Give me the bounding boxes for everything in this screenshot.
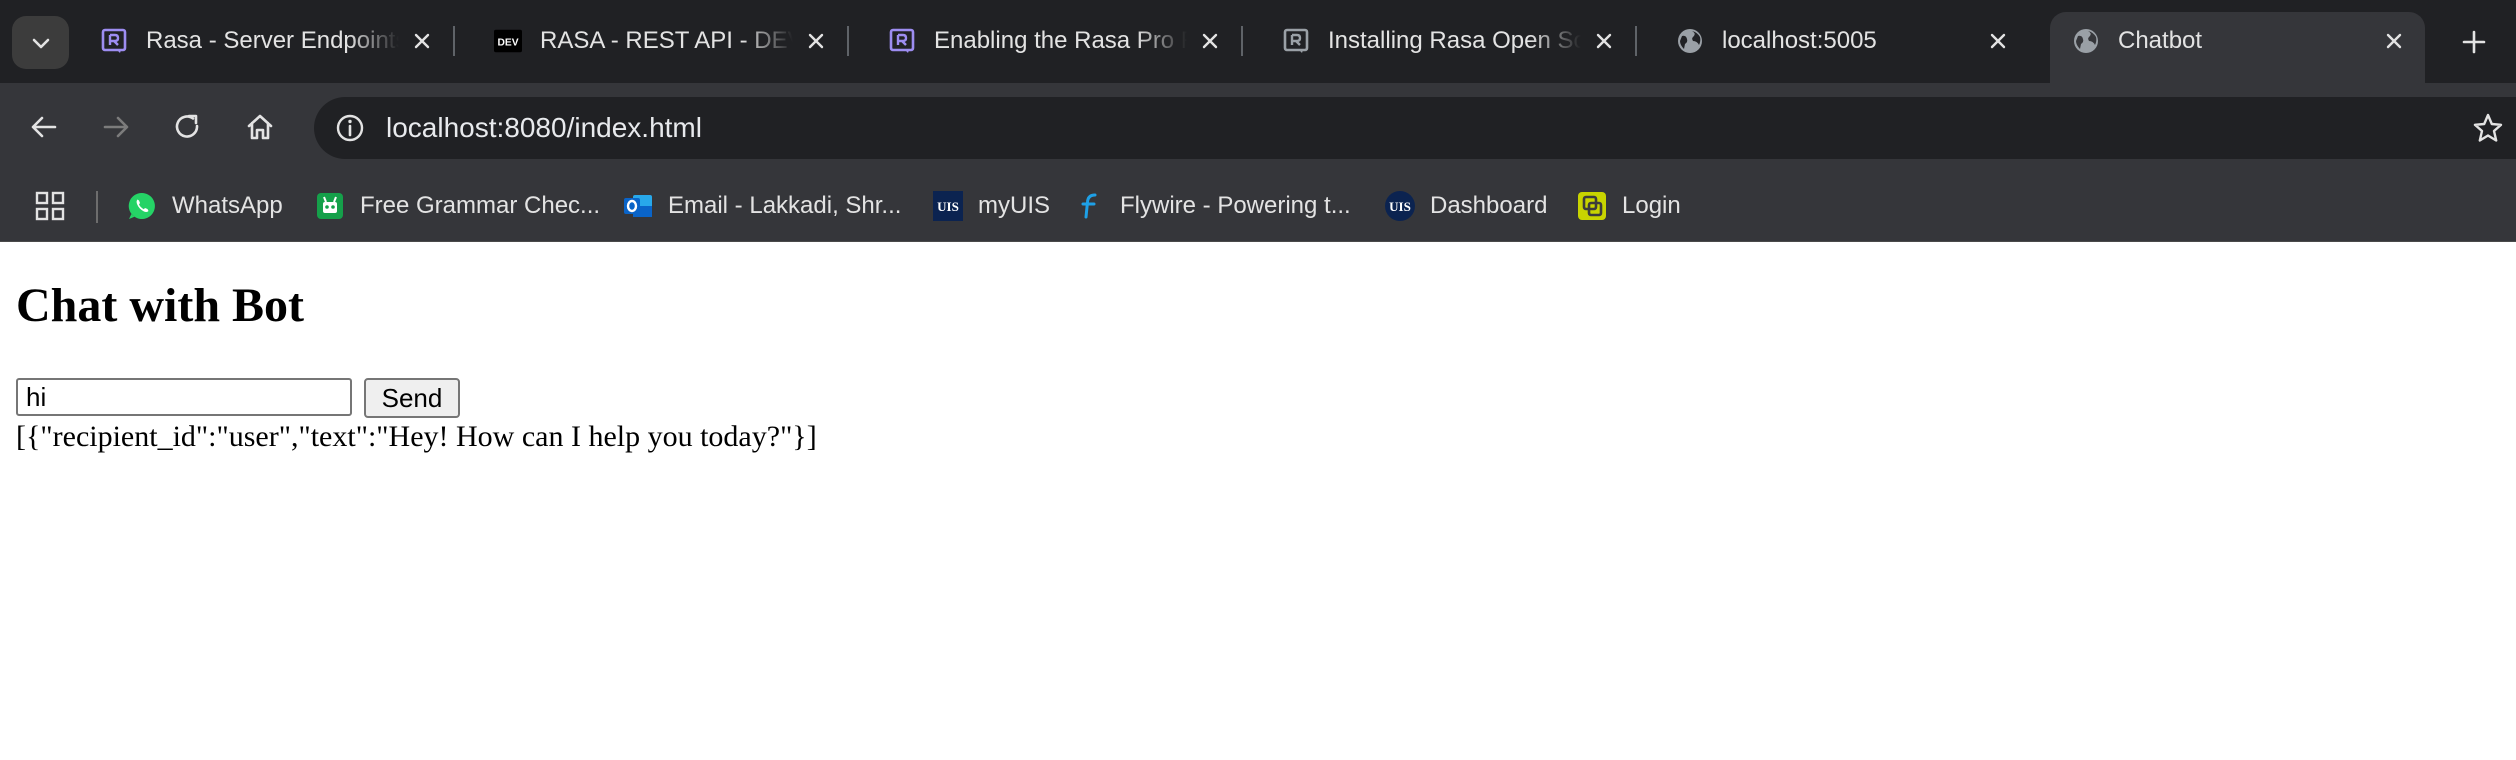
tab-separator [847, 26, 849, 56]
tab-rasa-rest-api-dev[interactable]: DEV RASA - REST API - DEV Community [472, 12, 849, 70]
tab-title: localhost:5005 [1722, 27, 1877, 54]
bookmark-label: myUIS [978, 192, 1050, 219]
chevron-down-icon [32, 38, 49, 48]
tab-rasa-server-endpoints[interactable]: Rasa - Server Endpoints [78, 12, 455, 70]
outlook-icon [622, 190, 654, 222]
address-url[interactable]: localhost:8080/index.html [386, 112, 702, 144]
back-button[interactable] [20, 103, 68, 151]
flywire-icon [1074, 190, 1106, 222]
bookmark-free-grammar-checker[interactable]: Free Grammar Chec... [314, 185, 600, 227]
rasa-icon [888, 27, 916, 55]
arrow-right-icon [103, 116, 129, 138]
close-icon[interactable] [1589, 26, 1619, 56]
tab-title: Chatbot [2118, 26, 2203, 54]
home-icon [247, 114, 273, 140]
forward-button[interactable] [92, 103, 140, 151]
bookmarks-bar: WhatsApp Free Grammar Chec... Email - La… [0, 171, 2516, 242]
tab-separator [1241, 26, 1243, 56]
bookmark-whatsapp[interactable]: WhatsApp [126, 185, 283, 227]
new-tab-button[interactable] [2452, 20, 2496, 64]
svg-text:UIS: UIS [937, 199, 959, 214]
globe-icon [1676, 27, 1704, 55]
tab-strip: Rasa - Server Endpoints DEV RASA - REST … [0, 0, 2516, 83]
close-icon[interactable] [1195, 26, 1225, 56]
whatsapp-icon [126, 190, 158, 222]
bookmark-label: WhatsApp [172, 192, 283, 219]
send-button[interactable]: Send [364, 378, 460, 418]
page-heading: Chat with Bot [16, 279, 305, 332]
chat-message-input[interactable] [16, 378, 352, 416]
login-icon [1576, 190, 1608, 222]
close-icon[interactable] [407, 26, 437, 56]
bookmark-login[interactable]: Login [1576, 185, 1681, 227]
uis-icon: UIS [932, 190, 964, 222]
close-icon[interactable] [801, 26, 831, 56]
bot-response-text: [{"recipient_id":"user","text":"Hey! How… [16, 420, 817, 453]
home-button[interactable] [236, 103, 284, 151]
svg-text:DEV: DEV [497, 38, 518, 49]
browser-toolbar: localhost:8080/index.html [0, 83, 2516, 171]
site-info-icon[interactable] [328, 106, 372, 150]
reload-button[interactable] [164, 103, 212, 151]
page-content: Chat with Bot Send [{"recipient_id":"use… [0, 242, 2516, 760]
svg-text:UIS: UIS [1389, 199, 1411, 214]
tab-installing-rasa[interactable]: Installing Rasa Open Source [1260, 12, 1637, 70]
rasa-icon [100, 27, 128, 55]
bookmark-dashboard[interactable]: UIS Dashboard [1384, 185, 1547, 227]
tab-localhost-5005[interactable]: localhost:5005 [1654, 12, 2029, 70]
bookmark-flywire[interactable]: Flywire - Powering t... [1074, 185, 1351, 227]
reload-icon [175, 114, 199, 138]
tab-title: Rasa - Server Endpoints [146, 27, 399, 54]
tab-title: Installing Rasa Open Source [1328, 27, 1581, 54]
tab-enabling-rasa-pro[interactable]: Enabling the Rasa Pro REST API [866, 12, 1243, 70]
bookmark-label: Free Grammar Chec... [360, 192, 601, 219]
bookmark-label: Login [1622, 192, 1681, 219]
grammar-icon [314, 190, 346, 222]
bookmark-label: Flywire - Powering t... [1120, 192, 1351, 219]
bookmark-email[interactable]: Email - Lakkadi, Shr... [622, 185, 901, 227]
tab-search-button[interactable] [12, 16, 69, 69]
bookmark-label: Email - Lakkadi, Shr... [668, 192, 902, 219]
close-icon[interactable] [1983, 26, 2013, 56]
bookmarks-separator [96, 191, 98, 223]
tab-separator [453, 26, 455, 56]
close-icon[interactable] [2379, 26, 2409, 56]
bookmark-myuis[interactable]: UIS myUIS [932, 185, 1050, 227]
address-bar[interactable]: localhost:8080/index.html [314, 97, 2516, 159]
bookmark-star-icon[interactable] [2466, 106, 2510, 150]
apps-grid-icon[interactable] [30, 186, 70, 226]
globe-icon [2072, 27, 2100, 55]
tab-title: Enabling the Rasa Pro REST API [934, 27, 1187, 54]
tab-chatbot[interactable]: Chatbot [2050, 12, 2425, 83]
tab-title: RASA - REST API - DEV Community [540, 27, 793, 54]
dev-icon: DEV [494, 27, 522, 55]
rasa-gray-icon [1282, 27, 1310, 55]
uis-icon: UIS [1384, 190, 1416, 222]
arrow-left-icon [31, 116, 57, 138]
plus-icon [2462, 30, 2486, 54]
tab-separator [1635, 26, 1637, 56]
bookmark-label: Dashboard [1430, 192, 1548, 219]
